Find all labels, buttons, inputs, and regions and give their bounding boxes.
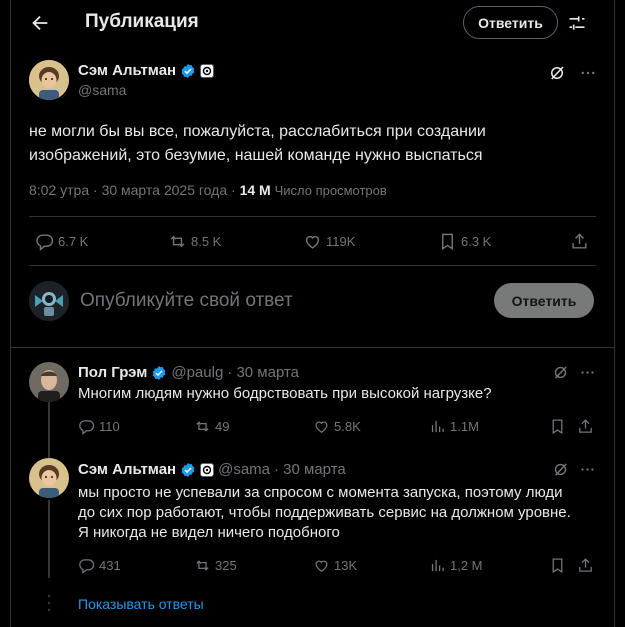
reply-avatar[interactable]	[29, 458, 69, 498]
author-name[interactable]: Сэм Альтман	[78, 62, 176, 79]
reply-action[interactable]: 6.7 K	[35, 232, 88, 251]
more-options-icon[interactable]	[579, 364, 596, 381]
repost-action[interactable]: 49	[194, 418, 229, 435]
share-icon[interactable]	[570, 232, 589, 251]
reply-composer-input[interactable]: Опубликуйте свой ответ	[80, 290, 293, 312]
post-column: Публикация Ответить Сэм Альтман @sama не…	[10, 0, 615, 627]
views-chart-icon	[431, 559, 444, 572]
divider	[29, 216, 596, 217]
like-action[interactable]: 5.8K	[313, 418, 361, 435]
more-options-icon[interactable]	[579, 461, 596, 478]
bookmark-icon[interactable]	[549, 557, 566, 574]
views-label: Число просмотров	[274, 183, 387, 198]
post-timestamp[interactable]: 8:02 утра · 30 марта 2025 года ·	[29, 182, 240, 198]
post-meta: 8:02 утра · 30 марта 2025 года · 14 M Чи…	[29, 182, 387, 198]
heart-icon	[315, 560, 328, 572]
reply-action[interactable]: 110	[78, 418, 120, 435]
share-icon[interactable]	[577, 418, 594, 435]
post-text: не могли бы вы все, пожалуйста, расслаби…	[29, 123, 486, 164]
verified-badge-icon	[151, 365, 167, 381]
show-replies-link[interactable]: Показывать ответы	[78, 596, 204, 612]
reply-icon	[79, 420, 95, 435]
reply-count: 431	[99, 558, 121, 573]
reply-time[interactable]: · 30 марта	[227, 364, 299, 381]
bookmark-count: 6.3 K	[461, 234, 492, 249]
heart-icon	[305, 235, 320, 249]
back-arrow-icon[interactable]	[29, 12, 51, 34]
divider	[29, 265, 596, 266]
reply-text: мы просто не успевали за спросом с момен…	[78, 484, 571, 541]
page-title: Публикация	[85, 11, 199, 32]
reply-time[interactable]: · 30 марта	[274, 461, 346, 478]
reply-icon	[36, 234, 54, 251]
repost-icon	[170, 235, 185, 248]
views-action[interactable]: 1,2 M	[429, 557, 483, 574]
repost-count: 49	[215, 419, 230, 434]
verified-badge-icon	[180, 63, 196, 79]
header-reply-button[interactable]: Ответить	[463, 6, 558, 39]
verified-badge-icon	[180, 462, 196, 478]
thread-dots-icon	[47, 594, 51, 612]
reply-count: 6.7 K	[58, 234, 89, 249]
repost-count: 325	[215, 558, 237, 573]
reply-author-name[interactable]: Сэм Альтман	[78, 461, 176, 478]
like-count: 119K	[326, 234, 356, 249]
reply-author-handle[interactable]: @paulg	[171, 364, 223, 381]
repost-icon	[196, 421, 209, 432]
bookmark-icon	[442, 233, 453, 250]
reply-icon	[79, 559, 95, 574]
like-count: 5.8K	[334, 419, 361, 434]
share-icon[interactable]	[577, 557, 594, 574]
like-action[interactable]: 13K	[313, 557, 357, 574]
reply-author-name[interactable]: Пол Грэм	[78, 364, 147, 381]
repost-action[interactable]: 8.5 K	[168, 232, 221, 251]
thread-line	[48, 402, 50, 458]
repost-action[interactable]: 325	[194, 557, 237, 574]
like-count: 13K	[334, 558, 358, 573]
grok-icon[interactable]	[548, 64, 566, 82]
reply-author-handle[interactable]: @sama	[218, 461, 270, 478]
views-count: 1,2 M	[450, 558, 483, 573]
views-chart-icon	[431, 420, 444, 433]
reply-avatar[interactable]	[29, 362, 69, 402]
heart-icon	[315, 421, 328, 433]
divider	[11, 347, 614, 348]
grok-icon[interactable]	[552, 461, 569, 478]
thread-line	[48, 500, 50, 578]
composer-reply-button[interactable]: Ответить	[494, 283, 594, 318]
like-action[interactable]: 119K	[303, 232, 355, 251]
views-count: 1.1M	[450, 419, 479, 434]
reply-count: 110	[99, 419, 120, 434]
repost-count: 8.5 K	[191, 234, 222, 249]
reply-action[interactable]: 431	[78, 557, 121, 574]
grok-icon[interactable]	[552, 364, 569, 381]
my-avatar[interactable]	[29, 281, 69, 321]
repost-icon	[196, 560, 209, 571]
openai-affiliate-icon[interactable]	[200, 462, 215, 477]
filter-settings-icon[interactable]	[567, 13, 587, 33]
more-options-icon[interactable]	[579, 64, 597, 82]
reply-text: Многим людям нужно бодрствовать при высо…	[78, 385, 492, 402]
avatar[interactable]	[29, 60, 69, 100]
views-action[interactable]: 1.1M	[429, 418, 479, 435]
views-count: 14 M	[239, 182, 271, 198]
bookmark-action[interactable]: 6.3 K	[438, 232, 491, 251]
author-handle[interactable]: @sama	[78, 82, 126, 98]
bookmark-icon[interactable]	[549, 418, 566, 435]
openai-affiliate-icon[interactable]	[200, 63, 215, 78]
